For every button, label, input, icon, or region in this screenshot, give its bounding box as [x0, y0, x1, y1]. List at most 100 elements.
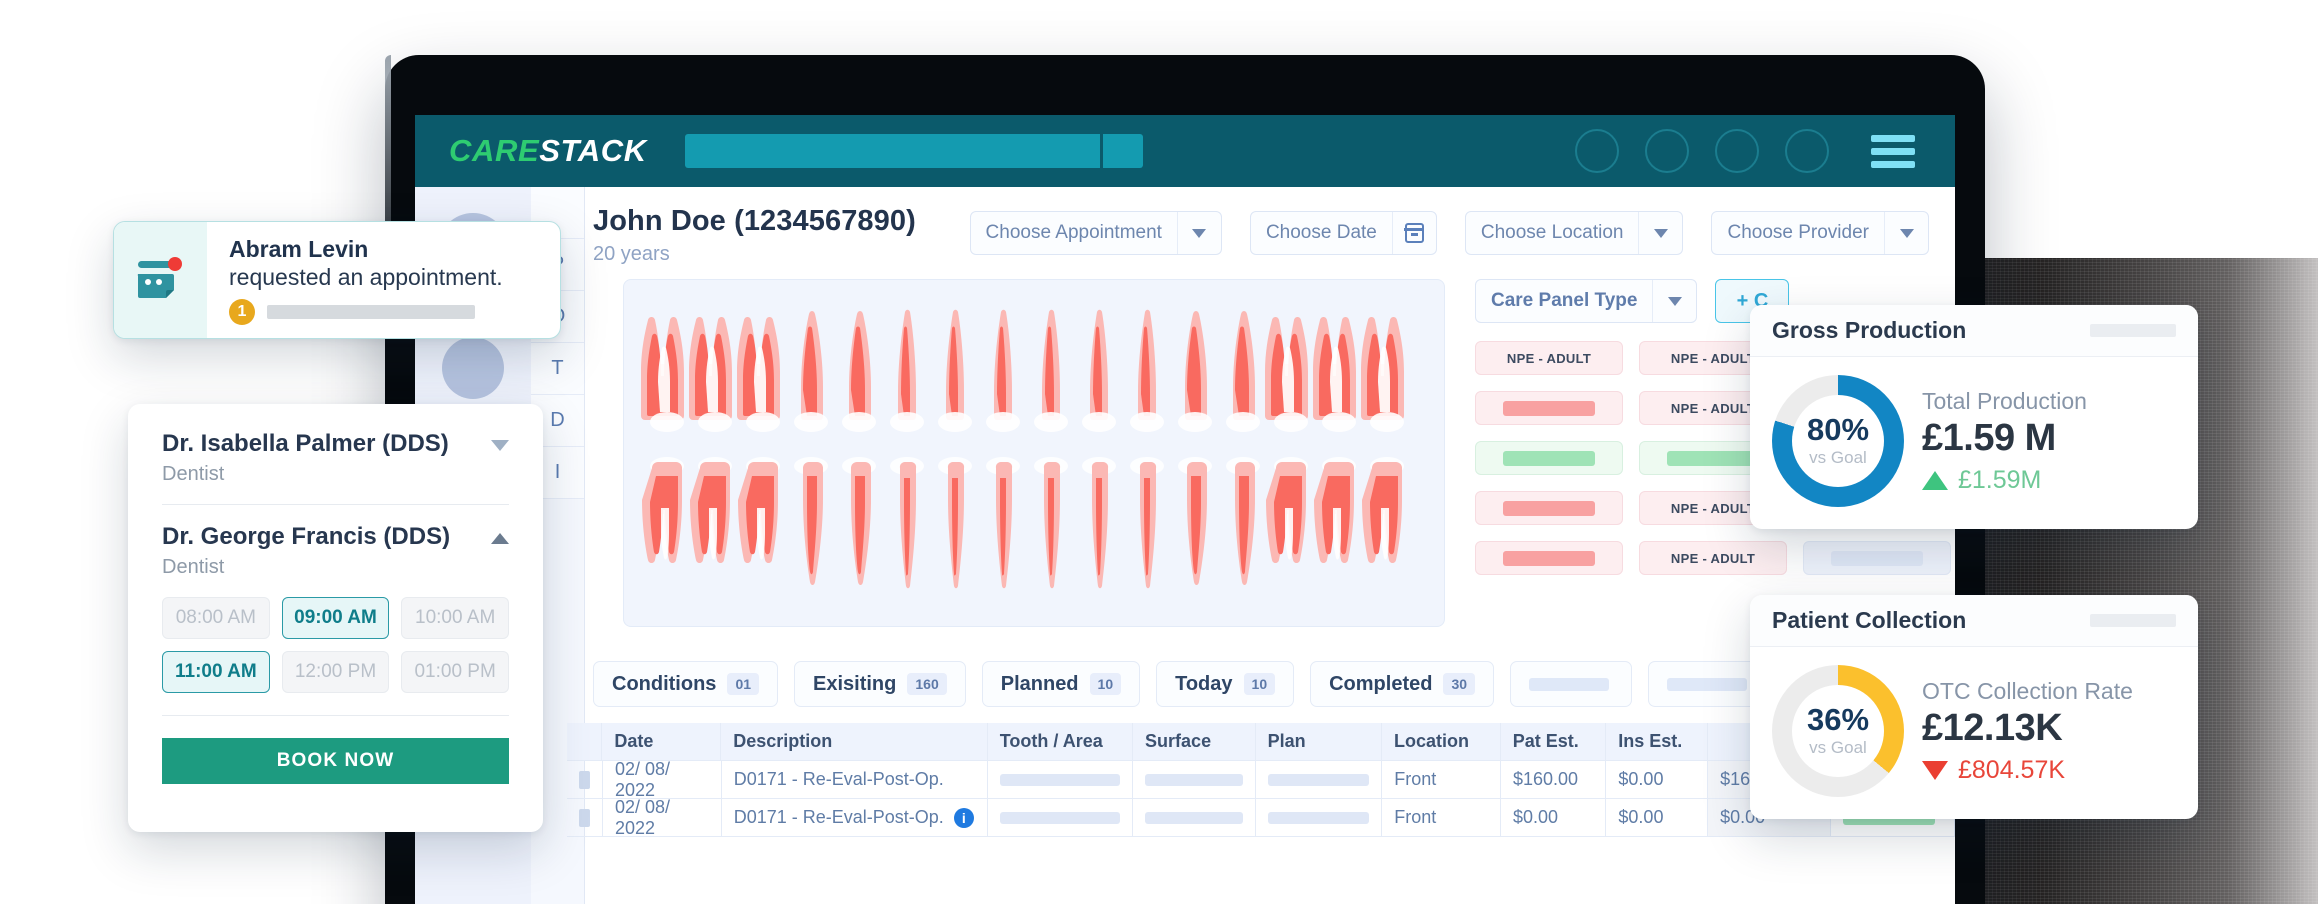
tab-completed[interactable]: Completed 30	[1310, 661, 1495, 707]
metric-label: Total Production	[1922, 387, 2087, 414]
col-ins-est[interactable]: Ins Est.	[1606, 723, 1708, 761]
chip-bar	[1503, 500, 1595, 516]
tab-planned[interactable]: Planned 10	[981, 661, 1141, 707]
appointment-request-icon	[114, 222, 207, 338]
header-icon-3[interactable]	[1715, 129, 1759, 173]
notification-body: Abram Levin requested an appointment. 1	[207, 222, 560, 338]
notification-meta: 1	[229, 299, 544, 325]
col-date[interactable]: Date	[602, 723, 722, 761]
tab-count: 30	[1443, 673, 1476, 695]
filter-choose-provider[interactable]: Choose Provider	[1711, 211, 1929, 255]
chevron-down-icon[interactable]	[1884, 212, 1928, 254]
cell-tooth-area	[988, 761, 1134, 799]
donut-center: 80% vs Goal	[1792, 395, 1884, 487]
logo-stack: STACK	[539, 133, 647, 168]
time-slot[interactable]: 12:00 PM	[281, 651, 390, 693]
filter-choose-location[interactable]: Choose Location	[1464, 211, 1684, 255]
chevron-down-icon[interactable]	[491, 440, 509, 451]
record-tabs: Conditions 01 Exisiting 160 Planned 10 T…	[593, 661, 1909, 707]
donut-caption: vs Goal	[1809, 738, 1867, 757]
chevron-down-icon[interactable]	[1652, 280, 1696, 322]
care-panel-chip-placeholder[interactable]	[1475, 441, 1623, 475]
col-plan[interactable]: Plan	[1255, 723, 1382, 761]
select-all-cell[interactable]	[567, 723, 603, 761]
global-search[interactable]	[684, 134, 1143, 168]
provider-row-isabella-palmer[interactable]: Dr. Isabella Palmer (DDS) Dentist	[162, 430, 509, 486]
tab-conditions[interactable]: Conditions 01	[593, 661, 779, 707]
care-panel-chip-placeholder[interactable]	[1475, 541, 1623, 575]
dental-chart-panel[interactable]	[623, 279, 1445, 627]
search-input[interactable]	[684, 134, 1100, 168]
care-panel-chip-placeholder[interactable]	[1475, 391, 1623, 425]
provider-booking-card[interactable]: Dr. Isabella Palmer (DDS) Dentist Dr. Ge…	[128, 404, 543, 832]
notification-title: Abram Levin	[229, 236, 369, 262]
metric-block: OTC Collection Rate £12.13K £804.57K	[1922, 678, 2133, 785]
provider-role: Dentist	[162, 556, 225, 578]
time-slot[interactable]: 01:00 PM	[401, 651, 509, 693]
card-header-placeholder	[2090, 614, 2176, 627]
chip-bar	[1503, 550, 1595, 566]
book-now-button[interactable]: BOOK NOW	[162, 738, 509, 784]
info-icon[interactable]: i	[953, 807, 974, 828]
notification-placeholder-bar	[267, 305, 475, 319]
carestack-logo[interactable]: CARESTACK	[449, 133, 647, 169]
filter-choose-date[interactable]: Choose Date	[1249, 211, 1437, 255]
col-tooth-area[interactable]: Tooth / Area	[987, 723, 1134, 761]
provider-name: Dr. Isabella Palmer (DDS)	[162, 430, 449, 457]
delta-value: £1.59M	[1958, 465, 2042, 494]
appointment-request-card[interactable]: Abram Levin requested an appointment. 1	[113, 221, 561, 339]
filter-choose-appointment[interactable]: Choose Appointment	[969, 211, 1222, 255]
hamburger-icon[interactable]	[1871, 134, 1915, 168]
cell-pat-est: $0.00	[1500, 799, 1607, 837]
filter-label-appointment: Choose Appointment	[985, 222, 1162, 243]
header-actions	[1575, 129, 1921, 173]
calendar-icon[interactable]	[1391, 212, 1436, 254]
header-icon-4[interactable]	[1785, 129, 1829, 173]
tab-label: Conditions	[612, 672, 717, 695]
provider-role: Dentist	[162, 463, 225, 485]
patient-collection-card[interactable]: Patient Collection 36% vs Goal OTC Colle…	[1750, 595, 2198, 819]
filter-label-provider: Choose Provider	[1727, 222, 1869, 243]
tablet-screen: CARESTACK T D I John Doe (1234567890) 20…	[415, 115, 1955, 904]
col-surface[interactable]: Surface	[1133, 723, 1256, 761]
cell-tooth-area	[988, 799, 1134, 837]
care-panel-chip[interactable]: NPE - ADULT	[1475, 341, 1623, 375]
row-select[interactable]	[567, 761, 603, 799]
tab-label: Today	[1175, 672, 1233, 695]
provider-row-george-francis[interactable]: Dr. George Francis (DDS) Dentist	[162, 523, 509, 579]
care-panel-type-select[interactable]: Care Panel Type	[1475, 279, 1698, 323]
tab-today[interactable]: Today 10	[1156, 661, 1295, 707]
table-row[interactable]: 02/ 08/ 2022 D0171 - Re-Eval-Post-Op. Fr…	[567, 759, 1955, 800]
col-location[interactable]: Location	[1381, 723, 1501, 761]
cell-plan	[1255, 761, 1383, 799]
search-button[interactable]	[1102, 134, 1143, 168]
cell-description: D0171 - Re-Eval-Post-Op.	[721, 761, 989, 799]
description-text: D0171 - Re-Eval-Post-Op.	[733, 769, 944, 789]
cell-ins-est: $0.00	[1606, 761, 1709, 799]
table-row[interactable]: 02/ 08/ 2022 D0171 - Re-Eval-Post-Op. i …	[567, 797, 1955, 838]
time-slot-selected[interactable]: 09:00 AM	[281, 597, 390, 639]
chevron-down-icon[interactable]	[1176, 212, 1221, 254]
time-slot-selected[interactable]: 11:00 AM	[162, 651, 270, 693]
care-panel-chip-placeholder[interactable]	[1803, 541, 1951, 575]
chevron-down-icon[interactable]	[1638, 212, 1682, 254]
gross-production-card[interactable]: Gross Production 80% vs Goal Total Produ…	[1750, 305, 2198, 529]
tab-placeholder-1[interactable]	[1510, 661, 1633, 707]
tab-exisiting[interactable]: Exisiting 160	[794, 661, 966, 707]
time-slot[interactable]: 10:00 AM	[401, 597, 509, 639]
time-slot[interactable]: 08:00 AM	[162, 597, 270, 639]
header-icon-2[interactable]	[1645, 129, 1689, 173]
tab-count: 160	[907, 673, 947, 695]
vertical-tab-3[interactable]: T	[531, 343, 584, 395]
care-panel-chip[interactable]: NPE - ADULT	[1639, 541, 1787, 575]
chevron-up-icon[interactable]	[491, 533, 509, 544]
chip-bar	[1503, 400, 1595, 416]
row-select[interactable]	[567, 799, 603, 837]
card-title: Gross Production	[1772, 317, 1967, 343]
tab-count: 10	[1243, 673, 1276, 695]
header-icon-1[interactable]	[1575, 129, 1619, 173]
col-description[interactable]: Description	[721, 723, 988, 761]
col-pat-est[interactable]: Pat Est.	[1500, 723, 1607, 761]
care-panel-chip-placeholder[interactable]	[1475, 491, 1623, 525]
chip-bar	[1667, 450, 1759, 466]
